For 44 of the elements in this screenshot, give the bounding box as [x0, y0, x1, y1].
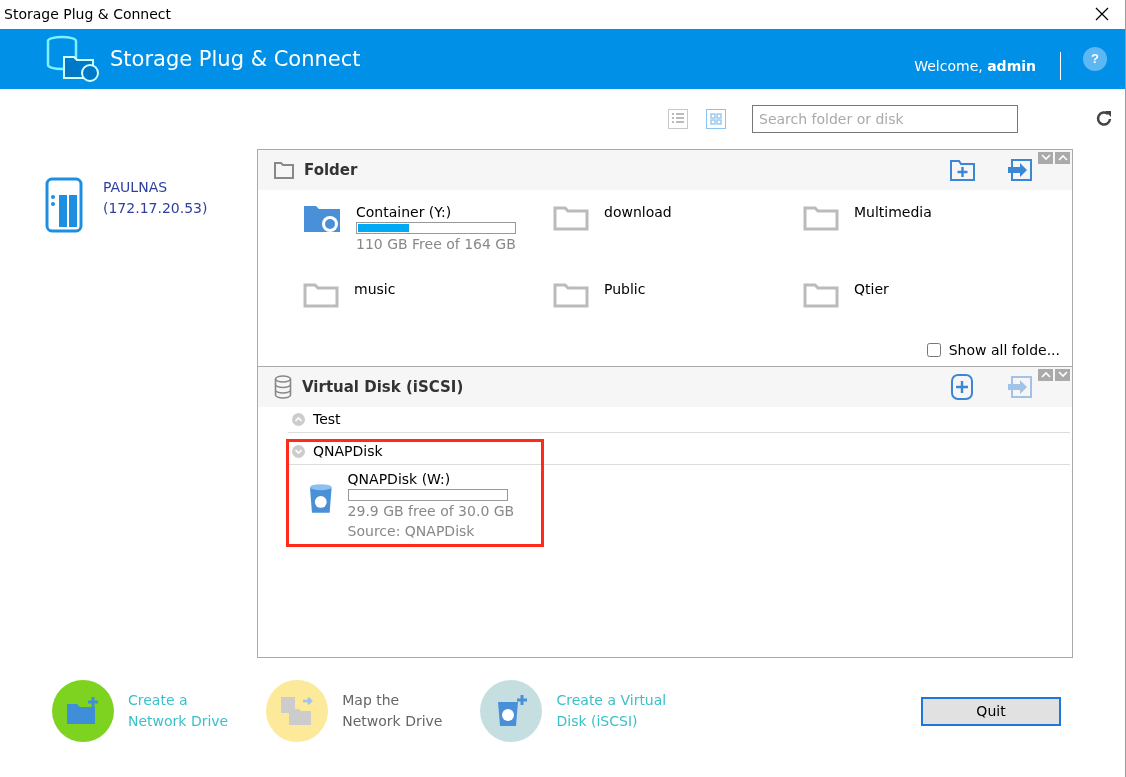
- disk-source: Source: QNAPDisk: [347, 521, 476, 541]
- folder-name[interactable]: Public: [604, 278, 646, 299]
- new-folder-icon[interactable]: [950, 158, 975, 181]
- storage-logo-icon: [44, 34, 102, 83]
- collapse-button[interactable]: [1038, 151, 1053, 164]
- connect-icon[interactable]: [1007, 158, 1032, 181]
- expand-button[interactable]: [1038, 368, 1053, 381]
- device-name[interactable]: PAULNAS: [103, 176, 208, 198]
- welcome-text: Welcome, admin: [914, 51, 1061, 80]
- search-field[interactable]: Search folder or disk: [752, 104, 1018, 133]
- grid-icon: [710, 112, 722, 125]
- show-all-checkbox[interactable]: [926, 342, 941, 357]
- list-icon: [672, 113, 684, 125]
- section-title: Folder: [304, 160, 359, 179]
- chevron-icon: [292, 412, 305, 426]
- disk-group[interactable]: Test: [288, 406, 1070, 433]
- drive-capacity: 110 GB Free of 164 GB: [356, 234, 516, 254]
- view-toggle[interactable]: [668, 108, 688, 129]
- folder-name[interactable]: Multimedia: [854, 201, 932, 222]
- disk-name[interactable]: QNAPDisk (W:): [347, 468, 515, 489]
- disk-capacity: 29.9 GB free of 30.0 GB: [347, 501, 515, 521]
- quit-button[interactable]: Quit: [921, 696, 1061, 726]
- database-icon: [308, 482, 334, 515]
- folder-name[interactable]: Container (Y:): [356, 201, 516, 222]
- expand-button[interactable]: [1055, 151, 1070, 164]
- device-address: (172.17.20.53): [103, 198, 208, 218]
- connect-icon[interactable]: [1007, 375, 1032, 398]
- folder-name[interactable]: music: [354, 278, 396, 299]
- show-all-label: Show all folde...: [948, 341, 1060, 358]
- folder-name[interactable]: download: [604, 201, 672, 222]
- close-icon[interactable]: [1095, 7, 1109, 22]
- refresh-icon[interactable]: [1096, 110, 1113, 128]
- view-toggle[interactable]: [706, 108, 726, 129]
- chevron-icon: [292, 444, 305, 458]
- folder-icon: [274, 160, 294, 179]
- database-icon: [274, 374, 292, 399]
- folder-name[interactable]: Qtier: [854, 278, 889, 299]
- folder-plus-icon: [65, 696, 101, 727]
- nas-device-icon: [45, 176, 83, 233]
- collapse-button[interactable]: [1055, 368, 1070, 381]
- app-title: Storage Plug & Connect: [110, 46, 362, 71]
- section-title: Virtual Disk (iSCSI): [302, 377, 465, 396]
- window-title: Storage Plug & Connect: [4, 6, 172, 23]
- disk-group[interactable]: QNAPDisk: [288, 438, 1070, 465]
